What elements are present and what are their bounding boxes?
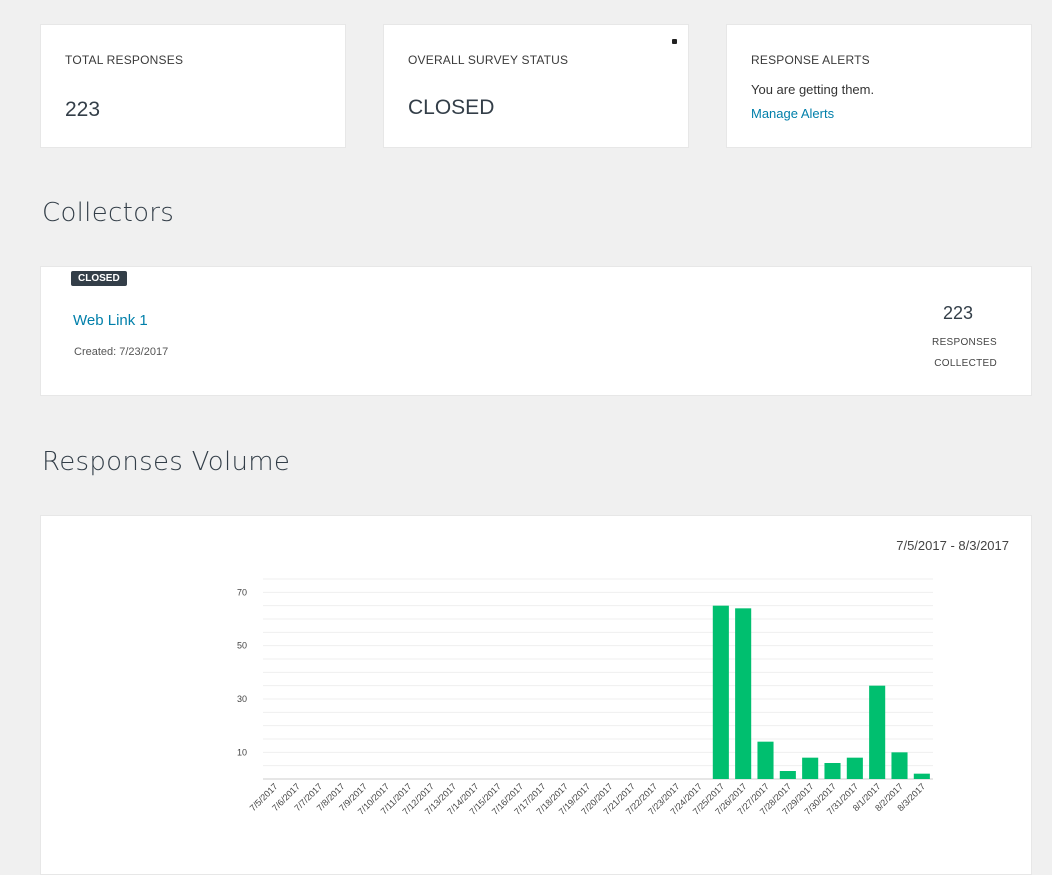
y-tick-label: 10 <box>237 747 247 757</box>
responses-volume-card: 7/5/2017 - 8/3/2017 10 30 50 70 7/5/2017 7/6… <box>40 515 1032 875</box>
bar <box>757 741 774 779</box>
survey-status-card: OVERALL SURVEY STATUS CLOSED <box>383 24 689 148</box>
y-tick-label: 70 <box>237 587 247 597</box>
chart-x-ticks: 7/5/20177/6/20177/7/20177/8/20177/9/2017… <box>248 781 928 816</box>
collector-count-label-1: RESPONSES <box>932 337 997 348</box>
y-tick-label: 30 <box>237 694 247 704</box>
bar <box>869 685 886 779</box>
collector-status-badge: CLOSED <box>71 271 127 286</box>
collectors-title: Collectors <box>42 198 175 228</box>
bar <box>712 605 729 779</box>
manage-alerts-link[interactable]: Manage Alerts <box>751 106 834 121</box>
collector-card[interactable]: CLOSED Web Link 1 Created: 7/23/2017 223… <box>40 266 1032 396</box>
bar <box>913 773 930 779</box>
status-dot-icon <box>672 39 677 44</box>
collector-created-date: Created: 7/23/2017 <box>74 346 169 358</box>
response-alerts-text: You are getting them. <box>751 82 875 97</box>
bar <box>846 757 863 779</box>
total-responses-label: TOTAL RESPONSES <box>65 53 184 67</box>
bar <box>891 752 908 779</box>
bar <box>802 757 819 779</box>
bar <box>735 608 752 779</box>
response-alerts-label: RESPONSE ALERTS <box>751 53 870 67</box>
responses-volume-title: Responses Volume <box>42 447 291 477</box>
responses-volume-chart: 10 30 50 70 7/5/20177/6/20177/7/20177/8/201… <box>237 578 933 817</box>
bar <box>824 763 841 779</box>
collector-name-link[interactable]: Web Link 1 <box>73 312 148 329</box>
survey-status-value: CLOSED <box>408 96 495 119</box>
collector-count-label-2: COLLECTED <box>934 358 997 369</box>
bar <box>779 771 796 779</box>
chart-grid <box>263 578 933 780</box>
total-responses-card: TOTAL RESPONSES 223 <box>40 24 346 148</box>
collector-response-count: 223 <box>942 303 973 323</box>
total-responses-value: 223 <box>65 98 101 121</box>
chart-y-ticks: 10 30 50 70 <box>237 587 247 757</box>
y-tick-label: 50 <box>237 641 247 651</box>
survey-status-label: OVERALL SURVEY STATUS <box>408 53 569 67</box>
response-alerts-card: RESPONSE ALERTS You are getting them. Ma… <box>726 24 1032 148</box>
chart-bars <box>712 605 930 779</box>
